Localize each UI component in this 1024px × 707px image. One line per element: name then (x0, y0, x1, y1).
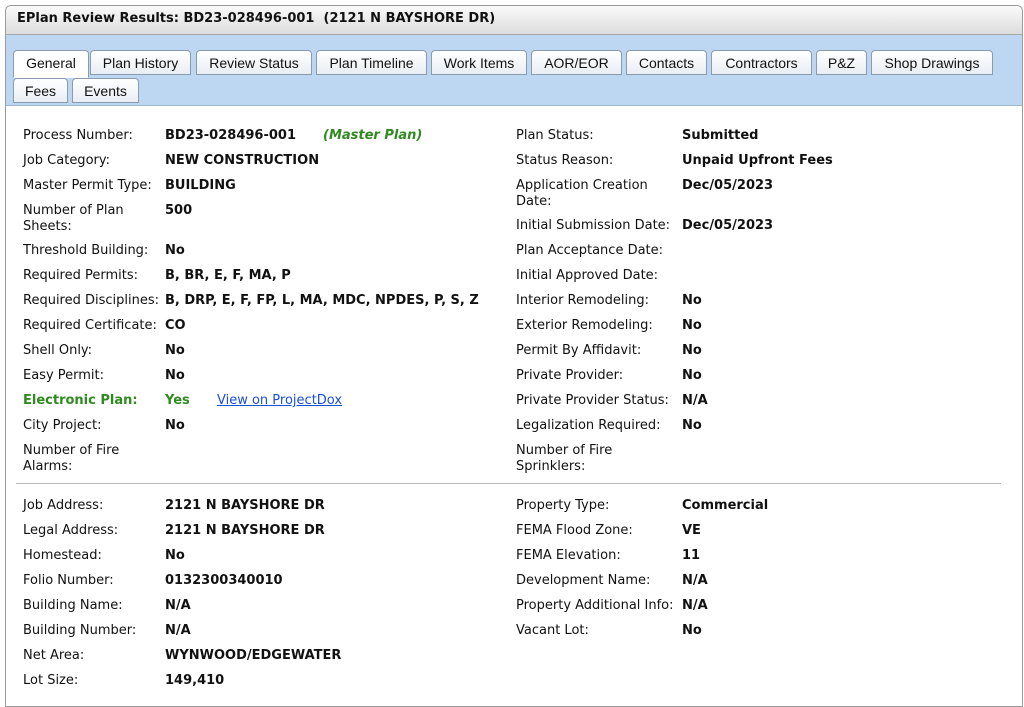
view-on-projectdox-link[interactable]: View on ProjectDox (217, 393, 342, 409)
value-plan-sheets: 500 (165, 203, 193, 218)
general-panel: Process Number: BD23-028496-001 (Master … (6, 106, 1022, 706)
value-application-creation-date: Dec/05/2023 (682, 178, 774, 193)
value-master-permit-type: BUILDING (165, 178, 236, 193)
tab-plan-timeline[interactable]: Plan Timeline (316, 50, 427, 75)
label-building-name: Building Name: (23, 598, 123, 613)
value-electronic-plan: Yes (165, 393, 190, 408)
value-property-additional-info: N/A (682, 598, 708, 613)
label-city-project: City Project: (23, 418, 102, 433)
tab-shop-drawings[interactable]: Shop Drawings (871, 50, 993, 75)
value-homestead: No (165, 548, 185, 563)
label-job-address: Job Address: (23, 498, 104, 513)
value-private-provider-status: N/A (682, 393, 708, 408)
label-legalization-required: Legalization Required: (516, 418, 661, 433)
tab-plan-history[interactable]: Plan History (90, 50, 191, 75)
label-shell-only: Shell Only: (23, 343, 93, 358)
value-process-number: BD23-028496-001 (165, 128, 296, 143)
label-required-permits: Required Permits: (23, 268, 139, 283)
label-vacant-lot: Vacant Lot: (516, 623, 589, 638)
value-legalization-required: No (682, 418, 702, 433)
label-process-number: Process Number: (23, 128, 133, 143)
label-private-provider-status: Private Provider Status: (516, 393, 669, 408)
label-folio-number: Folio Number: (23, 573, 114, 588)
value-exterior-remodeling: No (682, 318, 702, 333)
value-building-name: N/A (165, 598, 191, 613)
label-threshold-building: Threshold Building: (23, 243, 149, 258)
value-fema-flood-zone: VE (682, 523, 701, 538)
tab-contractors[interactable]: Contractors (711, 50, 812, 75)
label-status-reason: Status Reason: (516, 153, 614, 168)
value-status-reason: Unpaid Upfront Fees (682, 153, 833, 168)
label-initial-submission-date: Initial Submission Date: (516, 218, 671, 233)
label-lot-size: Lot Size: (23, 673, 79, 688)
value-job-category: NEW CONSTRUCTION (165, 153, 320, 168)
label-net-area: Net Area: (23, 648, 85, 663)
tab-work-items[interactable]: Work Items (431, 50, 527, 75)
label-property-additional-info: Property Additional Info: (516, 598, 674, 613)
section-divider (16, 483, 1001, 484)
label-fema-flood-zone: FEMA Flood Zone: (516, 523, 633, 538)
label-application-creation-date: Application Creation Date: (516, 178, 648, 209)
value-folio-number: 0132300340010 (165, 573, 283, 588)
label-plan-sheets: Number of Plan Sheets: (23, 203, 124, 234)
label-fema-elevation: FEMA Elevation: (516, 548, 621, 563)
window-title: EPlan Review Results: BD23-028496-001 (2… (6, 6, 1022, 35)
label-legal-address: Legal Address: (23, 523, 119, 538)
master-plan-tag: (Master Plan) (323, 128, 423, 143)
label-job-category: Job Category: (23, 153, 110, 168)
eplan-review-window: EPlan Review Results: BD23-028496-001 (2… (5, 5, 1023, 707)
label-required-certificate: Required Certificate: (23, 318, 157, 333)
value-easy-permit: No (165, 368, 185, 383)
value-development-name: N/A (682, 573, 708, 588)
value-required-permits: B, BR, E, F, MA, P (165, 268, 291, 283)
label-private-provider: Private Provider: (516, 368, 624, 383)
label-plan-acceptance-date: Plan Acceptance Date: (516, 243, 664, 258)
value-plan-status: Submitted (682, 128, 759, 143)
tab-events[interactable]: Events (72, 78, 139, 103)
value-building-number: N/A (165, 623, 191, 638)
label-building-number: Building Number: (23, 623, 137, 638)
value-fema-elevation: 11 (682, 548, 701, 563)
value-vacant-lot: No (682, 623, 702, 638)
tab-general[interactable]: General (13, 50, 89, 78)
value-job-address: 2121 N BAYSHORE DR (165, 498, 325, 513)
value-required-certificate: CO (165, 318, 186, 333)
value-lot-size: 149,410 (165, 673, 225, 688)
label-plan-status: Plan Status: (516, 128, 594, 143)
tab-aor-eor[interactable]: AOR/EOR (531, 50, 622, 75)
tab-contacts[interactable]: Contacts (626, 50, 707, 75)
value-shell-only: No (165, 343, 185, 358)
label-property-type: Property Type: (516, 498, 610, 513)
tab-fees[interactable]: Fees (13, 78, 68, 103)
value-private-provider: No (682, 368, 702, 383)
label-fire-sprinklers: Number of Fire Sprinklers: (516, 443, 613, 474)
value-initial-submission-date: Dec/05/2023 (682, 218, 774, 233)
label-interior-remodeling: Interior Remodeling: (516, 293, 649, 308)
tab-pz[interactable]: P&Z (816, 50, 867, 75)
label-exterior-remodeling: Exterior Remodeling: (516, 318, 653, 333)
value-interior-remodeling: No (682, 293, 702, 308)
value-permit-by-affidavit: No (682, 343, 702, 358)
tab-bar: General Plan History Review Status Plan … (6, 35, 1022, 106)
label-permit-by-affidavit: Permit By Affidavit: (516, 343, 642, 358)
label-easy-permit: Easy Permit: (23, 368, 105, 383)
value-property-type: Commercial (682, 498, 769, 513)
label-electronic-plan: Electronic Plan: (23, 393, 138, 408)
value-threshold-building: No (165, 243, 185, 258)
value-city-project: No (165, 418, 185, 433)
value-legal-address: 2121 N BAYSHORE DR (165, 523, 325, 538)
label-master-permit-type: Master Permit Type: (23, 178, 152, 193)
value-required-disciplines: B, DRP, E, F, FP, L, MA, MDC, NPDES, P, … (165, 293, 479, 308)
label-initial-approved-date: Initial Approved Date: (516, 268, 659, 283)
label-development-name: Development Name: (516, 573, 651, 588)
label-homestead: Homestead: (23, 548, 102, 563)
label-required-disciplines: Required Disciplines: (23, 293, 160, 308)
value-net-area: WYNWOOD/EDGEWATER (165, 648, 342, 663)
label-fire-alarms: Number of Fire Alarms: (23, 443, 120, 474)
tab-review-status[interactable]: Review Status (196, 50, 312, 75)
